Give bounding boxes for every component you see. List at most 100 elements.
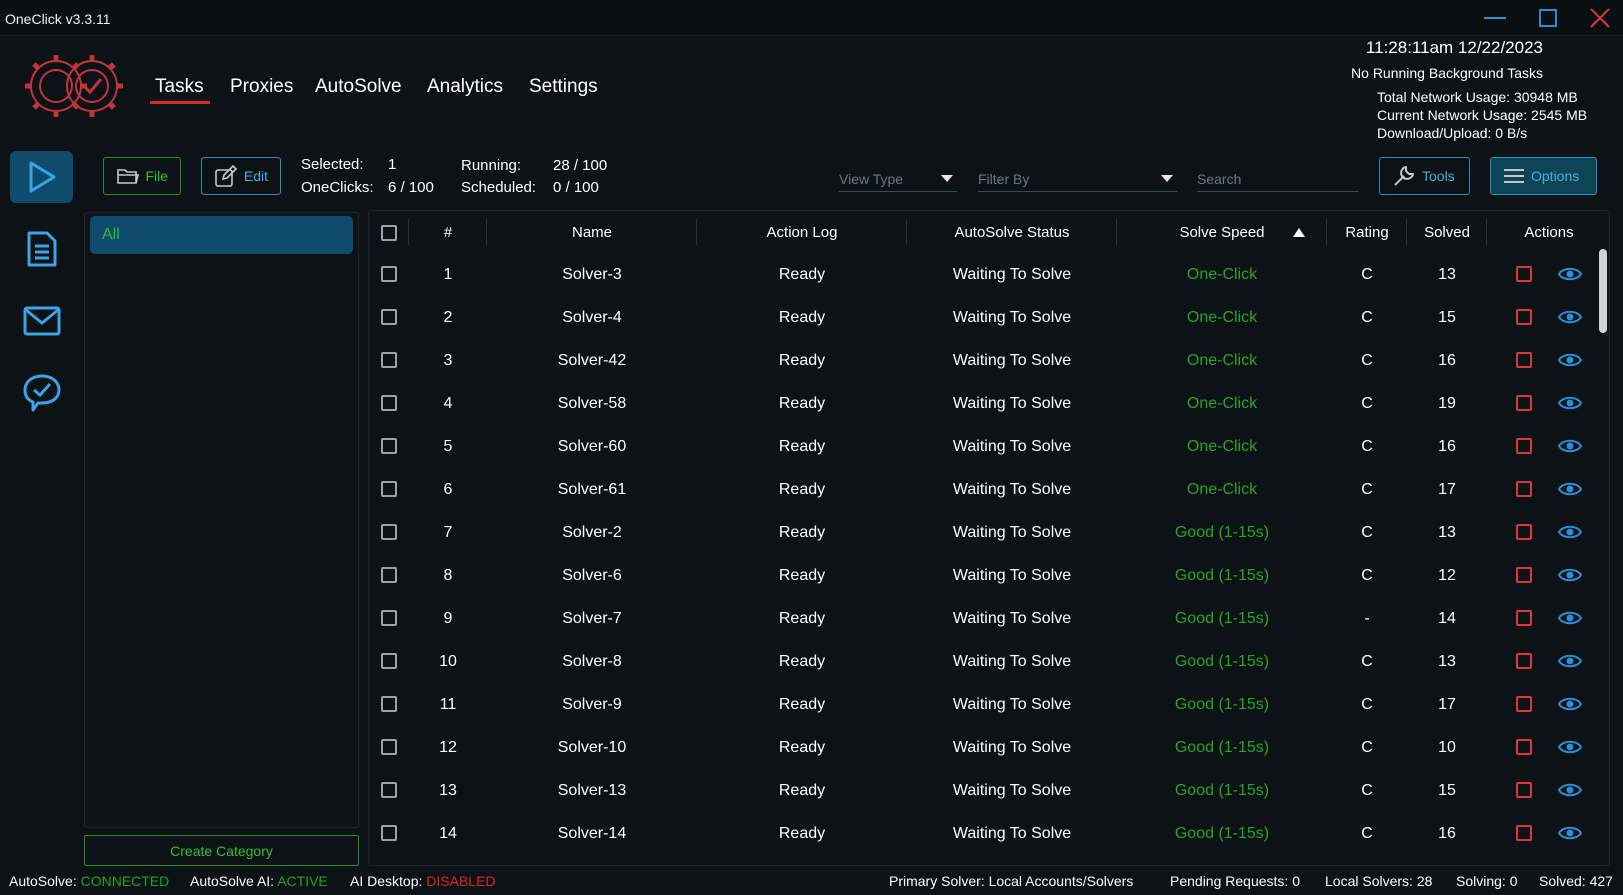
stop-icon[interactable] xyxy=(1516,395,1532,412)
eye-icon[interactable] xyxy=(1558,266,1582,282)
stop-icon[interactable] xyxy=(1516,438,1532,455)
table-row[interactable]: 8 Solver-6 Ready Waiting To Solve Good (1-15… xyxy=(369,554,1609,597)
table-row[interactable]: 10 Solver-8 Ready Waiting To Solve Good (1-1… xyxy=(369,640,1609,683)
nav-tasks[interactable]: Tasks xyxy=(155,76,204,98)
row-checkbox[interactable] xyxy=(381,395,397,412)
header-solved[interactable]: Solved xyxy=(1407,211,1487,253)
create-category-button[interactable]: Create Category xyxy=(84,835,359,866)
rail-logs-button[interactable] xyxy=(10,223,73,275)
row-checkbox[interactable] xyxy=(381,481,397,498)
row-actions xyxy=(1487,640,1609,683)
row-checkbox[interactable] xyxy=(381,610,397,627)
row-name: Solver-14 xyxy=(557,824,627,842)
header-number[interactable]: # xyxy=(409,211,487,253)
header-rating[interactable]: Rating xyxy=(1327,211,1407,253)
stop-icon[interactable] xyxy=(1516,825,1532,842)
header-name[interactable]: Name xyxy=(487,211,697,253)
row-checkbox[interactable] xyxy=(381,266,397,283)
row-rating: - xyxy=(1364,609,1370,627)
table-scrollbar[interactable] xyxy=(1599,249,1607,333)
rail-tasks-button[interactable] xyxy=(10,151,73,203)
minimize-button[interactable] xyxy=(1477,4,1513,32)
table-row[interactable]: 12 Solver-10 Ready Waiting To Solve Good (1-… xyxy=(369,726,1609,769)
stop-icon[interactable] xyxy=(1516,610,1532,627)
row-rating: C xyxy=(1361,523,1373,541)
stop-icon[interactable] xyxy=(1516,352,1532,369)
stop-icon[interactable] xyxy=(1516,567,1532,584)
options-button[interactable]: Options xyxy=(1490,157,1597,195)
eye-icon[interactable] xyxy=(1558,653,1582,669)
row-select-cell xyxy=(369,812,409,855)
eye-icon[interactable] xyxy=(1558,696,1582,712)
row-checkbox[interactable] xyxy=(381,352,397,369)
table-row[interactable]: 3 Solver-42 Ready Waiting To Solve One-Click… xyxy=(369,339,1609,382)
row-checkbox[interactable] xyxy=(381,309,397,326)
tools-button[interactable]: Tools xyxy=(1379,157,1470,195)
filter-by-dropdown[interactable]: Filter By xyxy=(978,166,1177,192)
file-button[interactable]: File xyxy=(103,157,181,195)
eye-icon[interactable] xyxy=(1558,782,1582,798)
eye-icon[interactable] xyxy=(1558,739,1582,755)
nav-settings[interactable]: Settings xyxy=(529,76,598,98)
header-action-log[interactable]: Action Log xyxy=(697,211,907,253)
rail-mail-button[interactable] xyxy=(10,295,73,347)
row-autosolve-status: Waiting To Solve xyxy=(952,523,1072,541)
stop-icon[interactable] xyxy=(1516,739,1532,756)
stop-icon[interactable] xyxy=(1516,696,1532,713)
clock: 11:28:11am 12/22/2023 xyxy=(1365,38,1543,57)
table-row[interactable]: 5 Solver-60 Ready Waiting To Solve One-Click… xyxy=(369,425,1609,468)
table-row[interactable]: 2 Solver-4 Ready Waiting To Solve One-Click C… xyxy=(369,296,1609,339)
search-input[interactable] xyxy=(1197,166,1359,192)
header-solve-speed[interactable]: Solve Speed xyxy=(1117,211,1327,253)
stop-icon[interactable] xyxy=(1516,653,1532,670)
table-row[interactable]: 9 Solver-7 Ready Waiting To Solve Good (1-15… xyxy=(369,597,1609,640)
row-checkbox[interactable] xyxy=(381,825,397,842)
row-checkbox[interactable] xyxy=(381,567,397,584)
nav-analytics[interactable]: Analytics xyxy=(427,76,503,98)
autosolve-status-value: CONNECTED xyxy=(80,873,170,889)
eye-icon[interactable] xyxy=(1558,524,1582,540)
table-row[interactable]: 13 Solver-13 Ready Waiting To Solve Good (1-… xyxy=(369,769,1609,812)
view-type-dropdown[interactable]: View Type xyxy=(839,166,957,192)
eye-icon[interactable] xyxy=(1558,438,1582,454)
category-all[interactable]: All xyxy=(90,216,353,254)
download-upload: Download/Upload: 0 B/s xyxy=(1377,125,1528,141)
header-autosolve-status[interactable]: AutoSolve Status xyxy=(907,211,1117,253)
stop-icon[interactable] xyxy=(1516,266,1532,283)
row-checkbox[interactable] xyxy=(381,438,397,455)
row-checkbox[interactable] xyxy=(381,739,397,756)
table-row[interactable]: 6 Solver-61 Ready Waiting To Solve One-Click… xyxy=(369,468,1609,511)
table-row[interactable]: 1 Solver-3 Ready Waiting To Solve One-Click C… xyxy=(369,253,1609,296)
row-checkbox[interactable] xyxy=(381,653,397,670)
eye-icon[interactable] xyxy=(1558,395,1582,411)
row-checkbox[interactable] xyxy=(381,524,397,541)
table-row[interactable]: 11 Solver-9 Ready Waiting To Solve Good (1-1… xyxy=(369,683,1609,726)
row-checkbox[interactable] xyxy=(381,696,397,713)
row-solve-speed: One-Click xyxy=(1186,265,1258,283)
stop-icon[interactable] xyxy=(1516,782,1532,799)
nav-proxies[interactable]: Proxies xyxy=(230,76,293,98)
maximize-button[interactable] xyxy=(1530,4,1566,32)
eye-icon[interactable] xyxy=(1558,352,1582,368)
eye-icon[interactable] xyxy=(1558,481,1582,497)
rail-chat-button[interactable] xyxy=(10,366,73,418)
eye-icon[interactable] xyxy=(1558,825,1582,841)
eye-icon[interactable] xyxy=(1558,567,1582,583)
nav-autosolve[interactable]: AutoSolve xyxy=(315,76,402,98)
table-row[interactable]: 4 Solver-58 Ready Waiting To Solve One-Click… xyxy=(369,382,1609,425)
row-number: 13 xyxy=(439,781,457,799)
stop-icon[interactable] xyxy=(1516,481,1532,498)
row-checkbox[interactable] xyxy=(381,782,397,799)
select-all-checkbox[interactable] xyxy=(381,224,397,241)
row-select-cell xyxy=(369,683,409,726)
eye-icon[interactable] xyxy=(1558,610,1582,626)
edit-button[interactable]: Edit xyxy=(201,157,281,195)
table-row[interactable]: 14 Solver-14 Ready Waiting To Solve Good (1-… xyxy=(369,812,1609,855)
eye-icon[interactable] xyxy=(1558,309,1582,325)
row-solved: 13 xyxy=(1438,523,1456,541)
stop-icon[interactable] xyxy=(1516,309,1532,326)
title-bar xyxy=(0,0,1623,36)
stop-icon[interactable] xyxy=(1516,524,1532,541)
table-row[interactable]: 7 Solver-2 Ready Waiting To Solve Good (1-15… xyxy=(369,511,1609,554)
close-button[interactable] xyxy=(1582,4,1618,32)
